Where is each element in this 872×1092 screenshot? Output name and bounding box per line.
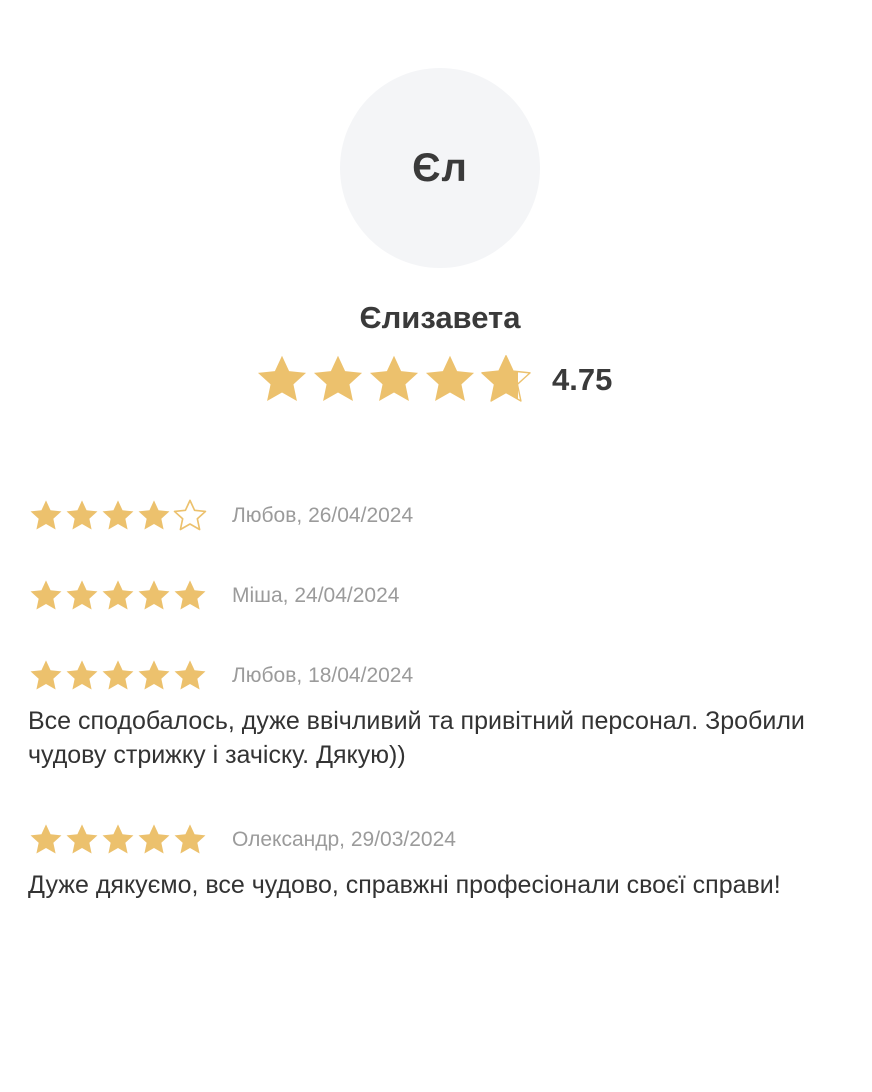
star-filled-icon bbox=[30, 824, 62, 854]
star-filled-icon bbox=[257, 355, 307, 401]
star-filled-icon bbox=[102, 500, 134, 530]
review-rating-stars bbox=[28, 822, 208, 858]
star-filled-icon bbox=[174, 824, 206, 854]
review-rating-stars bbox=[28, 498, 208, 534]
profile-name: Єлизавета bbox=[359, 300, 521, 335]
review-header: Міша, 24/04/2024 bbox=[28, 576, 858, 616]
star-filled-icon bbox=[174, 580, 206, 610]
star-filled-icon bbox=[138, 580, 170, 610]
star-filled-icon bbox=[30, 580, 62, 610]
review-rating-stars bbox=[28, 578, 208, 614]
star-filled-icon bbox=[138, 660, 170, 690]
avatar-initials: Єл bbox=[412, 145, 468, 190]
review-item: Любов, 26/04/2024 bbox=[28, 496, 858, 536]
star-filled-icon bbox=[102, 660, 134, 690]
star-filled-icon bbox=[138, 824, 170, 854]
star-filled-icon bbox=[174, 660, 206, 690]
review-author-date: Любов, 18/04/2024 bbox=[232, 664, 414, 687]
star-filled-icon bbox=[425, 355, 475, 401]
star-filled-icon bbox=[102, 824, 134, 854]
review-text: Все сподобалось, дуже ввічливий та приві… bbox=[28, 707, 805, 769]
star-filled-icon bbox=[369, 355, 419, 401]
star-filled-icon bbox=[66, 660, 98, 690]
star-filled-icon bbox=[102, 580, 134, 610]
rating-value: 4.75 bbox=[552, 362, 613, 397]
star-filled-icon bbox=[30, 660, 62, 690]
review-text: Дуже дякуємо, все чудово, справжні профе… bbox=[28, 871, 781, 899]
review-item: Міша, 24/04/2024 bbox=[28, 576, 858, 616]
star-filled-icon bbox=[138, 500, 170, 530]
review-author-date: Олександр, 29/03/2024 bbox=[232, 828, 456, 851]
review-item: Любов, 18/04/2024 Все сподобалось, дуже … bbox=[28, 656, 858, 772]
star-empty-icon bbox=[173, 499, 207, 531]
review-header: Любов, 26/04/2024 bbox=[28, 496, 858, 536]
review-header: Олександр, 29/03/2024 bbox=[28, 820, 858, 860]
review-item: Олександр, 29/03/2024 Дуже дякуємо, все … bbox=[28, 820, 858, 902]
star-filled-icon bbox=[30, 500, 62, 530]
star-filled-icon bbox=[313, 355, 363, 401]
overall-rating: 4.75 bbox=[254, 352, 612, 408]
overall-rating-stars bbox=[254, 352, 534, 408]
avatar: Єл bbox=[340, 68, 540, 268]
review-rating-stars bbox=[28, 658, 208, 694]
star-partial-icon bbox=[481, 355, 531, 402]
review-header: Любов, 18/04/2024 bbox=[28, 656, 858, 696]
star-filled-icon bbox=[66, 500, 98, 530]
review-author-date: Міша, 24/04/2024 bbox=[232, 584, 400, 607]
review-author-date: Любов, 26/04/2024 bbox=[232, 504, 414, 527]
star-filled-icon bbox=[66, 580, 98, 610]
star-filled-icon bbox=[66, 824, 98, 854]
